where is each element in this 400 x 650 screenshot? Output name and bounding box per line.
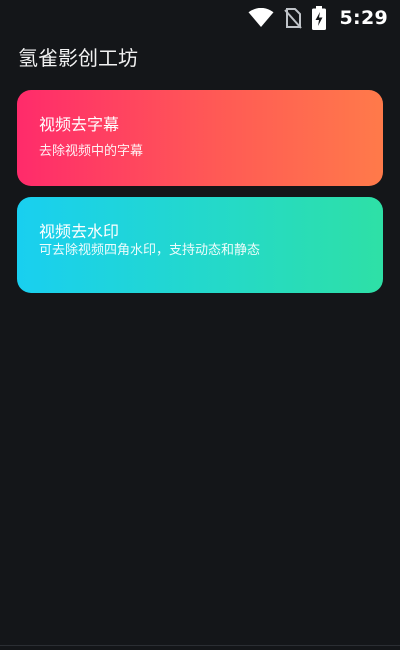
status-icons: 5:29	[248, 5, 388, 31]
wifi-icon	[248, 8, 274, 28]
card-description: 去除视频中的字幕	[39, 144, 144, 159]
status-bar: 5:29	[0, 0, 400, 36]
card-description: 可去除视频四角水印，支持动态和静态	[39, 243, 261, 258]
app-screen: 5:29 氢雀影创工坊 视频去字幕 去除视频中的字幕 视频去水印 可去除视频四角…	[0, 0, 400, 650]
card-title: 视频去字幕	[39, 115, 120, 134]
status-time: 5:29	[339, 7, 388, 29]
remove-watermark-card[interactable]: 视频去水印 可去除视频四角水印，支持动态和静态	[17, 197, 383, 293]
battery-charging-icon	[311, 6, 326, 30]
no-sim-icon	[283, 7, 302, 29]
bottom-divider	[0, 645, 400, 646]
card-title: 视频去水印	[39, 222, 120, 241]
app-title: 氢雀影创工坊	[18, 46, 138, 70]
remove-subtitles-card[interactable]: 视频去字幕 去除视频中的字幕	[17, 90, 383, 186]
